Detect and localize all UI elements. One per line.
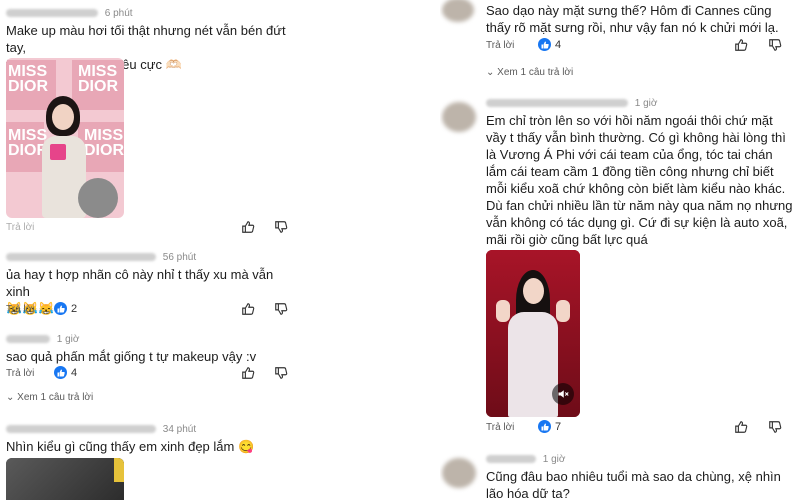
comment-time: 1 giờ (634, 98, 658, 109)
redacted-username (6, 335, 50, 344)
comment-text: Cũng đâu bao nhiêu tuổi mà sao da chùng,… (486, 469, 781, 500)
photo-person-face (52, 104, 74, 130)
like-icon[interactable] (241, 220, 255, 234)
right-comment-column: Sao dạo này mặt sưng thế? Hôm đi Cannes … (440, 0, 800, 500)
comment-photo[interactable]: MISS DIOR MISS DIOR MISS DIOR MISS DIOR (6, 58, 124, 218)
like-icon[interactable] (241, 366, 255, 380)
redacted-username (486, 455, 536, 464)
mute-icon[interactable] (552, 383, 574, 405)
photo-sign-text: MISS DIOR (8, 63, 48, 95)
like-badge-icon (538, 38, 551, 51)
redacted-username (6, 9, 98, 18)
video-person-hand (496, 300, 510, 322)
photo-bear-figure (78, 178, 118, 218)
comment-text: Nhìn kiểu gì cũng thấy em xinh đẹp lắm 😋 (6, 439, 255, 454)
view-replies-link[interactable]: ⌄ Xem 1 câu trả lời (6, 392, 93, 403)
photo-pink-card (50, 144, 66, 160)
like-count: 4 (538, 38, 561, 51)
view-replies-link[interactable]: ⌄ Xem 1 câu trả lời (486, 67, 573, 78)
dislike-icon[interactable] (274, 220, 288, 234)
comment-meta: 6 phút (6, 8, 133, 19)
comment-time: 1 giờ (56, 334, 80, 345)
redacted-username (6, 425, 156, 434)
dislike-icon[interactable] (274, 302, 288, 316)
like-count: 2 (54, 302, 77, 315)
reply-button[interactable]: Trả lời (6, 222, 34, 233)
photo-sign-text: MISS DIOR (84, 127, 124, 159)
like-count: 4 (54, 366, 77, 379)
avatar[interactable] (442, 458, 476, 488)
comment-meta: 34 phút (6, 424, 196, 435)
avatar[interactable] (442, 0, 474, 22)
reply-button[interactable]: Trả lời (6, 304, 34, 315)
comment-actions: Trả lời 4 (6, 366, 290, 384)
divider-gap (300, 0, 440, 500)
left-comment-column: 6 phút Make up màu hơi tối thật nhưng né… (0, 0, 300, 500)
comment-time: 34 phút (162, 424, 197, 435)
reply-button[interactable]: Trả lời (6, 368, 34, 379)
photo-sign-text: MISS DIOR (78, 63, 118, 95)
like-icon[interactable] (241, 302, 255, 316)
like-badge-icon (54, 302, 67, 315)
video-person-face (523, 278, 544, 304)
reply-button[interactable]: Trả lời (486, 40, 514, 51)
comment-meta: 1 giờ (486, 98, 657, 109)
like-count: 7 (538, 420, 561, 433)
dislike-icon[interactable] (768, 420, 782, 434)
comment-actions: Trả lời 2 (6, 302, 290, 320)
like-badge-icon (538, 420, 551, 433)
video-person-dress (508, 312, 558, 417)
comment-photo[interactable] (6, 458, 124, 500)
comment-time: 6 phút (104, 8, 133, 19)
dislike-icon[interactable] (768, 38, 782, 52)
like-icon[interactable] (734, 38, 748, 52)
video-person-hand (556, 300, 570, 322)
reply-button[interactable]: Trả lời (486, 422, 514, 433)
comment-text: Em chỉ tròn lên so với hồi năm ngoái thô… (486, 113, 793, 247)
redacted-username (486, 99, 628, 108)
comment-actions: Trả lời 7 (486, 420, 786, 438)
like-badge-icon (54, 366, 67, 379)
comment-actions: Trả lời (6, 220, 290, 238)
chevron-down-icon: ⌄ (486, 67, 495, 78)
comment-time: 56 phút (162, 252, 197, 263)
chevron-down-icon: ⌄ (6, 392, 15, 403)
avatar[interactable] (442, 102, 476, 132)
comment-meta: 1 giờ (6, 334, 79, 345)
comment-meta: 56 phút (6, 252, 196, 263)
comment-meta: 1 giờ (486, 454, 565, 465)
comment-time: 1 giờ (542, 454, 566, 465)
dislike-icon[interactable] (274, 366, 288, 380)
comment-text: Sao dạo này mặt sưng thế? Hôm đi Cannes … (486, 3, 779, 35)
comment-video-thumbnail[interactable] (486, 250, 580, 417)
redacted-username (6, 253, 156, 262)
comment-actions: Trả lời 4 (486, 38, 786, 56)
photo-yellow-object (114, 458, 124, 482)
like-icon[interactable] (734, 420, 748, 434)
comment-text: sao quả phấn mắt giống t tự makeup vậy :… (6, 349, 257, 364)
